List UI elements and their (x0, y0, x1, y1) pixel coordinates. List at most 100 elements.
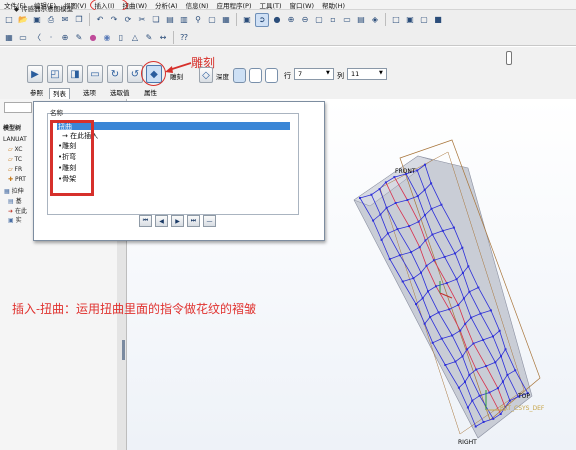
tab-list[interactable]: 列表 (49, 88, 70, 99)
mesh-control-point[interactable] (425, 264, 428, 267)
mesh-control-point[interactable] (430, 182, 433, 185)
mesh-control-point[interactable] (417, 220, 420, 223)
mesh-control-point[interactable] (445, 282, 448, 285)
mesh-control-point[interactable] (410, 251, 413, 254)
tree-row-base[interactable]: ▤ 基 (8, 196, 22, 205)
mesh-control-point[interactable] (492, 417, 495, 420)
annotation-display-icon[interactable]: ✎ (73, 31, 85, 43)
mesh-control-point[interactable] (421, 297, 424, 300)
warp-stretch-button[interactable]: ▭ (87, 65, 103, 83)
view-manager-icon[interactable]: ▫ (327, 14, 339, 26)
column-dropdown-icon[interactable]: ▼ (379, 70, 383, 76)
sculpt-mesh-model[interactable]: FRONT TOP RIGHT PRT_CSYS_DEF (340, 128, 576, 450)
mesh-control-point[interactable] (464, 380, 466, 383)
save-icon[interactable]: ▣ (31, 14, 43, 26)
mesh-control-point[interactable] (457, 303, 460, 306)
mesh-control-point[interactable] (475, 368, 478, 371)
menu-tools[interactable]: 工具(T) (256, 0, 286, 10)
mesh-control-point[interactable] (499, 413, 502, 415)
copy2-icon[interactable]: ❏ (150, 14, 162, 26)
tab-references[interactable]: 参照 (27, 88, 46, 98)
mesh-control-point[interactable] (429, 316, 432, 318)
tree-row-solid[interactable]: ▣ 实 (8, 215, 22, 224)
wireframe-icon[interactable]: □ (390, 14, 402, 26)
mesh-control-point[interactable] (466, 348, 469, 351)
appearance-icon[interactable]: ◈ (369, 14, 381, 26)
mesh-control-point[interactable] (443, 255, 446, 258)
saved-views-icon[interactable]: ▭ (341, 14, 353, 26)
mesh-control-point[interactable] (454, 360, 457, 363)
mesh-control-point[interactable] (474, 425, 477, 428)
last-item-button[interactable]: ⏭ (187, 215, 200, 227)
mesh-control-point[interactable] (440, 337, 443, 340)
redo-icon[interactable]: ↷ (108, 14, 120, 26)
point-display-icon[interactable]: · (45, 31, 57, 43)
tree-row-root[interactable]: LANUAT (3, 136, 27, 143)
tab-options[interactable]: 选项 (80, 88, 99, 98)
mesh-control-point[interactable] (406, 199, 409, 201)
model-icon[interactable]: △ (129, 31, 141, 43)
hidden-line-icon[interactable]: ▣ (404, 14, 416, 26)
find-icon[interactable]: ⚲ (192, 14, 204, 26)
mesh-control-point[interactable] (401, 280, 404, 283)
mesh-control-point[interactable] (455, 278, 458, 281)
mesh-control-point[interactable] (423, 214, 426, 217)
mesh-control-point[interactable] (430, 207, 433, 210)
panel-scrollbar[interactable] (117, 220, 126, 450)
sculpt-shape-two-button[interactable] (249, 68, 262, 83)
warp-spine-button[interactable]: ◨ (67, 65, 83, 83)
measure-icon[interactable]: ↔ (157, 31, 169, 43)
mesh-control-point[interactable] (416, 169, 419, 172)
mesh-control-point[interactable] (485, 365, 488, 368)
mesh-control-point[interactable] (420, 271, 422, 274)
mesh-control-point[interactable] (435, 285, 437, 288)
mesh-control-point[interactable] (441, 229, 444, 232)
previous-item-button[interactable]: ◀ (155, 215, 168, 227)
mesh-control-point[interactable] (431, 341, 434, 344)
copy-icon[interactable]: ❐ (73, 14, 85, 26)
mesh-control-point[interactable] (398, 254, 401, 257)
mesh-control-point[interactable] (461, 246, 464, 249)
mesh-control-point[interactable] (466, 406, 469, 409)
mesh-control-point[interactable] (412, 277, 415, 280)
color-icon[interactable]: ● (87, 31, 99, 43)
mesh-control-point[interactable] (437, 311, 440, 314)
mesh-control-point[interactable] (448, 308, 451, 311)
mesh-control-point[interactable] (496, 387, 499, 390)
mesh-control-point[interactable] (482, 421, 485, 423)
first-item-button[interactable]: ⏮ (139, 215, 152, 227)
mesh-control-point[interactable] (408, 225, 411, 228)
mesh-control-point[interactable] (415, 303, 417, 306)
mesh-control-point[interactable] (464, 322, 467, 325)
tree-row-tc[interactable]: ▱ TC (8, 156, 22, 163)
layers-icon[interactable]: ▤ (355, 14, 367, 26)
mesh-control-point[interactable] (498, 329, 501, 332)
mesh-control-point[interactable] (506, 373, 509, 376)
regenerate-icon[interactable]: ⟳ (122, 14, 134, 26)
help-context-icon[interactable]: ⁇ (178, 31, 190, 43)
refit-icon[interactable]: ▢ (313, 14, 325, 26)
row-dropdown-icon[interactable]: ▼ (326, 70, 330, 76)
mesh-control-point[interactable] (384, 181, 387, 184)
menu-applications[interactable]: 应用程序(P) (213, 0, 256, 10)
mesh-control-point[interactable] (370, 193, 373, 196)
mesh-control-point[interactable] (359, 197, 361, 199)
mesh-control-point[interactable] (479, 312, 482, 315)
remove-item-button[interactable]: — (203, 215, 216, 227)
zoom-out-icon[interactable]: ⊖ (299, 14, 311, 26)
next-item-button[interactable]: ▶ (171, 215, 184, 227)
paste-icon[interactable]: ▤ (164, 14, 176, 26)
tree-row-prt[interactable]: ✚ PRT (8, 176, 26, 183)
mesh-control-point[interactable] (431, 233, 434, 236)
mesh-control-point[interactable] (488, 391, 491, 394)
mesh-control-point[interactable] (501, 380, 504, 383)
mesh-control-point[interactable] (467, 265, 470, 268)
axis-display-icon[interactable]: 〈 (31, 31, 43, 43)
mesh-control-point[interactable] (514, 369, 517, 372)
mesh-control-point[interactable] (452, 226, 455, 229)
open-file-icon[interactable]: 📂 (17, 14, 29, 26)
sculpt-shape-one-button[interactable] (233, 68, 246, 83)
sketch-icon[interactable]: ✎ (143, 31, 155, 43)
tree-row-insert-here[interactable]: ➜ 在此 (8, 206, 27, 215)
mesh-control-point[interactable] (432, 259, 435, 262)
